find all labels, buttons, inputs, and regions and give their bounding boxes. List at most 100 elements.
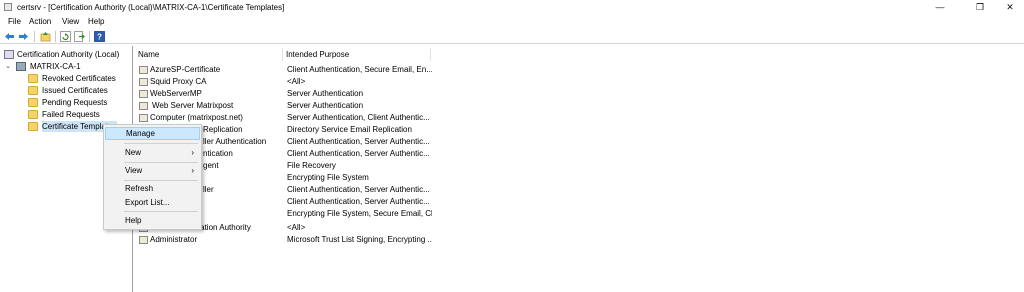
- cell-purpose: Server Authentication: [287, 101, 364, 110]
- context-menu-view[interactable]: View ›: [105, 164, 200, 177]
- cell-name: WebServerMP: [150, 89, 202, 98]
- cell-name: Computer (matrixpost.net): [150, 113, 243, 122]
- ca-server-icon: [16, 62, 26, 71]
- help-icon[interactable]: ?: [94, 31, 105, 42]
- context-menu-refresh[interactable]: Refresh: [105, 182, 200, 195]
- folder-icon: [28, 122, 38, 131]
- table-row[interactable]: Encrypting File System: [135, 172, 1024, 184]
- menu-item-label: Manage: [126, 129, 155, 138]
- menu-item-label: View: [125, 166, 143, 175]
- cell-purpose: Client Authentication, Secure Email, En.…: [287, 65, 432, 74]
- tree-node-ca[interactable]: ⌄ MATRIX-CA-1: [4, 61, 132, 72]
- refresh-icon[interactable]: [60, 31, 71, 42]
- certificate-template-icon: [139, 78, 148, 86]
- tree-item-revoked-certificates[interactable]: Revoked Certificates: [28, 73, 132, 84]
- menu-item-label: Help: [125, 216, 142, 225]
- table-row[interactable]: ller Authentication Client Authenticatio…: [135, 136, 1024, 148]
- table-row[interactable]: WebServerMP Server Authentication: [135, 88, 1024, 100]
- tree-root[interactable]: Certification Authority (Local): [4, 49, 132, 60]
- tree-ca-label: MATRIX-CA-1: [30, 62, 81, 71]
- close-button[interactable]: ✕: [995, 0, 1024, 14]
- menu-separator: [124, 211, 198, 212]
- cell-purpose: Server Authentication: [287, 89, 364, 98]
- menu-separator: [124, 143, 198, 144]
- menu-item-label: New: [125, 148, 142, 157]
- cell-purpose: <All>: [287, 77, 306, 86]
- column-header-name[interactable]: Name: [135, 48, 283, 61]
- table-row[interactable]: Replication Directory Service Email Repl…: [135, 124, 1024, 136]
- table-row[interactable]: Encrypting File System, Secure Email, Cl…: [135, 208, 1024, 220]
- details-list: Name Intended Purpose AzureSP-Certificat…: [135, 46, 1024, 292]
- cell-purpose: Client Authentication, Server Authentic.…: [287, 137, 430, 146]
- toolbar-separator: [89, 31, 90, 42]
- folder-icon: [28, 98, 38, 107]
- table-row[interactable]: gent File Recovery: [135, 160, 1024, 172]
- submenu-arrow-icon: ›: [191, 166, 194, 175]
- tree-item-failed-requests[interactable]: Failed Requests: [28, 109, 132, 120]
- forward-icon[interactable]: [18, 31, 29, 42]
- tree-root-label: Certification Authority (Local): [17, 50, 120, 59]
- menu-item-label: Refresh: [125, 184, 154, 193]
- cell-name: Squid Proxy CA: [150, 77, 207, 86]
- tree-item-issued-certificates[interactable]: Issued Certificates: [28, 85, 132, 96]
- cell-purpose: Microsoft Trust List Signing, Encrypting…: [287, 235, 432, 244]
- certificate-template-icon: [139, 114, 148, 122]
- table-row[interactable]: ertification Authority <All>: [135, 222, 1024, 234]
- cell-purpose: Encrypting File System: [287, 173, 369, 182]
- table-row[interactable]: Squid Proxy CA <All>: [135, 76, 1024, 88]
- menu-action[interactable]: Action: [29, 17, 51, 26]
- context-menu-manage[interactable]: Manage: [105, 127, 200, 140]
- context-menu: Manage New › View › Refresh Export List.…: [103, 124, 202, 230]
- certification-authority-icon: [4, 50, 14, 59]
- menu-separator: [124, 162, 198, 163]
- submenu-arrow-icon: ›: [191, 148, 194, 157]
- menu-bar: File Action View Help: [0, 15, 1024, 27]
- cell-purpose: Encrypting File System, Secure Email, Cl…: [287, 209, 432, 218]
- title-bar: certsrv - [Certification Authority (Loca…: [0, 0, 1024, 14]
- folder-icon: [28, 110, 38, 119]
- certificate-template-icon: [139, 102, 148, 110]
- up-folder-icon[interactable]: [40, 31, 51, 42]
- menu-view[interactable]: View: [62, 17, 79, 26]
- tree-item-label: Issued Certificates: [42, 86, 108, 95]
- expander-chevron-icon[interactable]: ⌄: [4, 61, 12, 72]
- table-row[interactable]: Web Server Matrixpost Server Authenticat…: [135, 100, 1024, 112]
- tree-item-label: Revoked Certificates: [42, 74, 116, 83]
- cell-purpose: File Recovery: [287, 161, 336, 170]
- certificate-template-icon: [139, 90, 148, 98]
- export-list-icon[interactable]: [74, 31, 85, 42]
- cell-purpose: Client Authentication, Server Authentic.…: [287, 197, 430, 206]
- minimize-button[interactable]: —: [925, 0, 955, 14]
- svg-text:?: ?: [97, 33, 102, 42]
- cell-name: Web Server Matrixpost: [152, 101, 234, 110]
- context-menu-new[interactable]: New ›: [105, 146, 200, 159]
- back-icon[interactable]: [4, 31, 15, 42]
- menu-file[interactable]: File: [8, 17, 21, 26]
- folder-icon: [28, 74, 38, 83]
- column-header-intended-purpose[interactable]: Intended Purpose: [283, 48, 431, 61]
- table-row[interactable]: ntication Client Authentication, Server …: [135, 148, 1024, 160]
- folder-icon: [28, 86, 38, 95]
- certsrv-app-icon: [4, 3, 12, 11]
- table-row[interactable]: Client Authentication, Server Authentic.…: [135, 196, 1024, 208]
- toolbar: ?: [0, 28, 1024, 44]
- context-menu-help[interactable]: Help: [105, 214, 200, 227]
- cell-purpose: Directory Service Email Replication: [287, 125, 412, 134]
- table-row[interactable]: Administrator Microsoft Trust List Signi…: [135, 234, 1024, 246]
- table-row[interactable]: ller Client Authentication, Server Authe…: [135, 184, 1024, 196]
- toolbar-separator: [55, 31, 56, 42]
- table-row[interactable]: AzureSP-Certificate Client Authenticatio…: [135, 64, 1024, 76]
- window-title: certsrv - [Certification Authority (Loca…: [17, 3, 285, 12]
- tree-item-pending-requests[interactable]: Pending Requests: [28, 97, 132, 108]
- cell-purpose: Client Authentication, Server Authentic.…: [287, 149, 430, 158]
- cell-purpose: <All>: [287, 223, 306, 232]
- context-menu-export-list[interactable]: Export List...: [105, 196, 200, 209]
- table-row[interactable]: Computer (matrixpost.net) Server Authent…: [135, 112, 1024, 124]
- cell-name: AzureSP-Certificate: [150, 65, 221, 74]
- restore-button[interactable]: ❐: [965, 0, 995, 14]
- cell-name: Administrator: [150, 235, 198, 244]
- menu-help[interactable]: Help: [88, 17, 104, 26]
- tree-item-label: Failed Requests: [42, 110, 100, 119]
- certificate-template-icon: [139, 236, 148, 244]
- menu-separator: [124, 180, 198, 181]
